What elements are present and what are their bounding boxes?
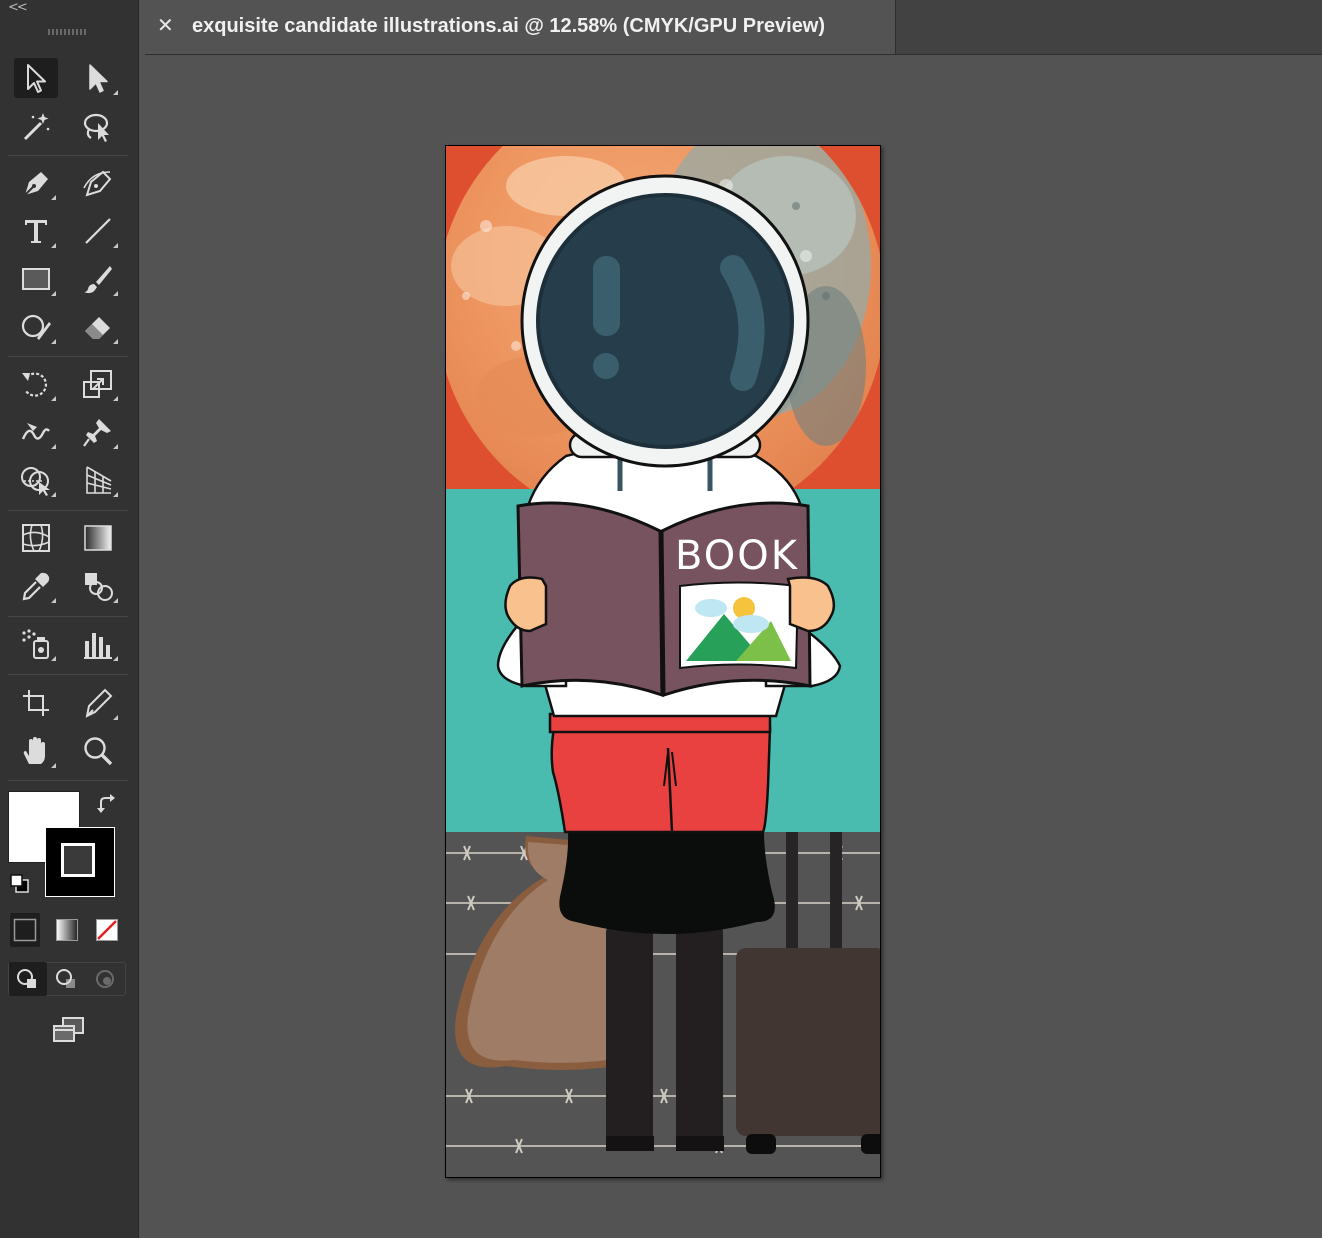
book-title: BOOK (675, 533, 799, 579)
right-hand (786, 576, 836, 633)
eraser-tool[interactable] (76, 307, 120, 347)
direct-selection-tool[interactable] (76, 58, 120, 98)
zoom-tool[interactable] (76, 731, 120, 771)
perspective-grid-tool[interactable] (76, 460, 120, 500)
artboard-icon (23, 690, 49, 716)
warp-icon (21, 423, 50, 440)
brush-icon (84, 266, 112, 294)
draw-behind-button[interactable] (48, 962, 86, 996)
close-tab-button[interactable]: ✕ (157, 13, 174, 37)
solid-color-icon (13, 918, 37, 942)
pin-icon (83, 419, 111, 447)
mesh-icon (22, 524, 50, 552)
gradient-mode-button[interactable] (52, 913, 82, 947)
slice-icon (85, 688, 113, 718)
eraser-icon (85, 317, 110, 339)
left-hand (504, 576, 548, 633)
helmet (520, 174, 810, 468)
type-icon (25, 220, 47, 243)
pants (550, 726, 772, 834)
artboard-tool[interactable] (14, 683, 58, 723)
eyedropper-icon (22, 572, 50, 601)
gradient-tool[interactable] (76, 518, 120, 558)
shaper-icon (21, 314, 51, 340)
swap-fill-stroke-icon[interactable] (96, 793, 120, 817)
eyedropper-tool[interactable] (14, 566, 58, 606)
screen-mode-button[interactable] (46, 1011, 90, 1051)
column-graph-icon (84, 633, 112, 659)
visor-highlight-bar (593, 256, 620, 336)
rotate-icon (22, 372, 48, 397)
shape-builder-icon (21, 467, 50, 496)
paintbrush-tool[interactable] (76, 259, 120, 299)
screen-mode-icon (53, 1017, 84, 1042)
visor-highlight-dot (593, 353, 619, 379)
puppet-warp-tool[interactable] (76, 412, 120, 452)
magic-wand-tool[interactable] (14, 106, 58, 146)
slice-tool[interactable] (76, 683, 120, 723)
rectangle-icon (22, 268, 50, 290)
document-tab-bar: ✕ exquisite candidate illustrations.ai @… (145, 0, 1322, 55)
draw-normal-button[interactable] (9, 962, 47, 996)
hand-icon (23, 737, 45, 764)
curvature-tool[interactable] (76, 163, 120, 203)
default-fill-stroke-icon[interactable] (8, 872, 32, 896)
none-mode-button[interactable] (92, 913, 122, 947)
zoom-icon (84, 737, 113, 766)
landscape-picture-icon (679, 581, 800, 670)
rectangle-tool[interactable] (14, 259, 58, 299)
gradient-swatch-icon (56, 919, 78, 941)
lasso-icon (83, 113, 109, 142)
shape-builder-tool[interactable] (14, 460, 58, 500)
selection-tool[interactable] (14, 58, 58, 98)
symbol-sprayer-tool[interactable] (14, 624, 58, 664)
stroke-color-swatch[interactable] (45, 827, 115, 897)
artboard[interactable]: BOOK (445, 145, 881, 1178)
none-swatch-icon (96, 919, 118, 941)
pen-tool[interactable] (14, 163, 58, 203)
lasso-tool[interactable] (76, 106, 120, 146)
hand-tool[interactable] (14, 731, 58, 771)
document-title: exquisite candidate illustrations.ai @ 1… (192, 15, 826, 37)
line-icon (85, 218, 111, 244)
document-tab[interactable]: ✕ exquisite candidate illustrations.ai @… (145, 0, 896, 54)
arrow-icon (27, 64, 46, 93)
symbol-sprayer-icon (22, 629, 49, 659)
collapse-panel-button[interactable]: << (8, 0, 28, 15)
column-graph-tool[interactable] (76, 624, 120, 664)
mesh-tool[interactable] (14, 518, 58, 558)
blend-tool[interactable] (76, 566, 120, 606)
tools-panel: << (0, 0, 139, 1238)
warp-tool[interactable] (14, 412, 58, 452)
pen-icon (24, 172, 48, 196)
perspective-grid-icon (86, 466, 112, 494)
magic-wand-icon (23, 113, 50, 141)
panel-grip[interactable] (48, 29, 88, 35)
draw-normal-icon (17, 969, 36, 988)
shaper-tool[interactable] (14, 307, 58, 347)
rotate-tool[interactable] (14, 364, 58, 404)
scale-icon (83, 370, 112, 398)
white-arrow-icon (89, 64, 108, 93)
type-tool[interactable] (14, 211, 58, 251)
color-mode-button[interactable] (10, 913, 40, 947)
scale-tool[interactable] (76, 364, 120, 404)
blend-icon (85, 573, 113, 601)
gradient-icon (84, 525, 112, 551)
book: BOOK (516, 501, 812, 698)
draw-behind-icon (56, 969, 75, 988)
draw-inside-button[interactable] (86, 962, 124, 996)
line-segment-tool[interactable] (76, 211, 120, 251)
draw-inside-icon (96, 970, 114, 988)
skirt (559, 832, 775, 934)
illustration: BOOK (446, 146, 880, 1177)
curvature-pen-icon (83, 170, 112, 197)
